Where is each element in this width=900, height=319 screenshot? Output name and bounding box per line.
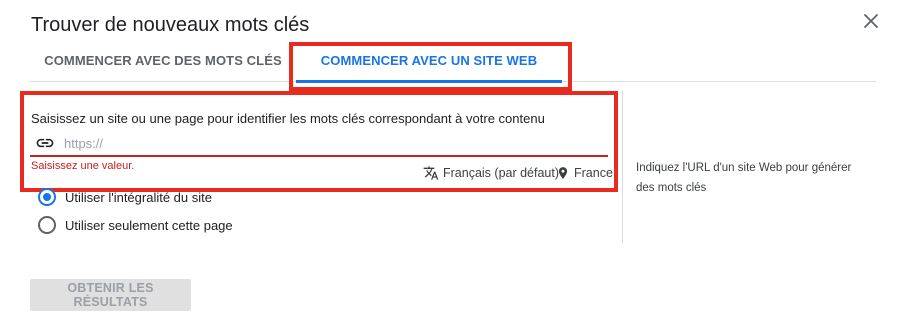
radio-button-unchecked[interactable]: [38, 216, 56, 234]
radio-option-label: Utiliser seulement cette page: [65, 217, 233, 233]
close-button[interactable]: [860, 10, 882, 32]
annotation-highlight-form: [20, 91, 618, 192]
help-text: Indiquez l'URL d'un site Web pour génére…: [636, 162, 852, 194]
dialog-title: Trouver de nouveaux mots clés: [31, 14, 310, 36]
close-icon: [864, 14, 878, 28]
annotation-highlight-tab: [289, 42, 572, 91]
vertical-divider: [622, 91, 623, 243]
get-results-button[interactable]: OBTENIR LES RÉSULTATS: [30, 279, 191, 311]
radio-option-entire-site[interactable]: Utiliser l'intégralité du site: [38, 187, 212, 207]
radio-button-checked[interactable]: [38, 188, 56, 206]
tab-start-with-keywords[interactable]: COMMENCER AVEC DES MOTS CLÉS: [30, 40, 296, 81]
radio-option-label: Utiliser l'intégralité du site: [65, 189, 212, 205]
radio-option-this-page-only[interactable]: Utiliser seulement cette page: [38, 215, 233, 235]
